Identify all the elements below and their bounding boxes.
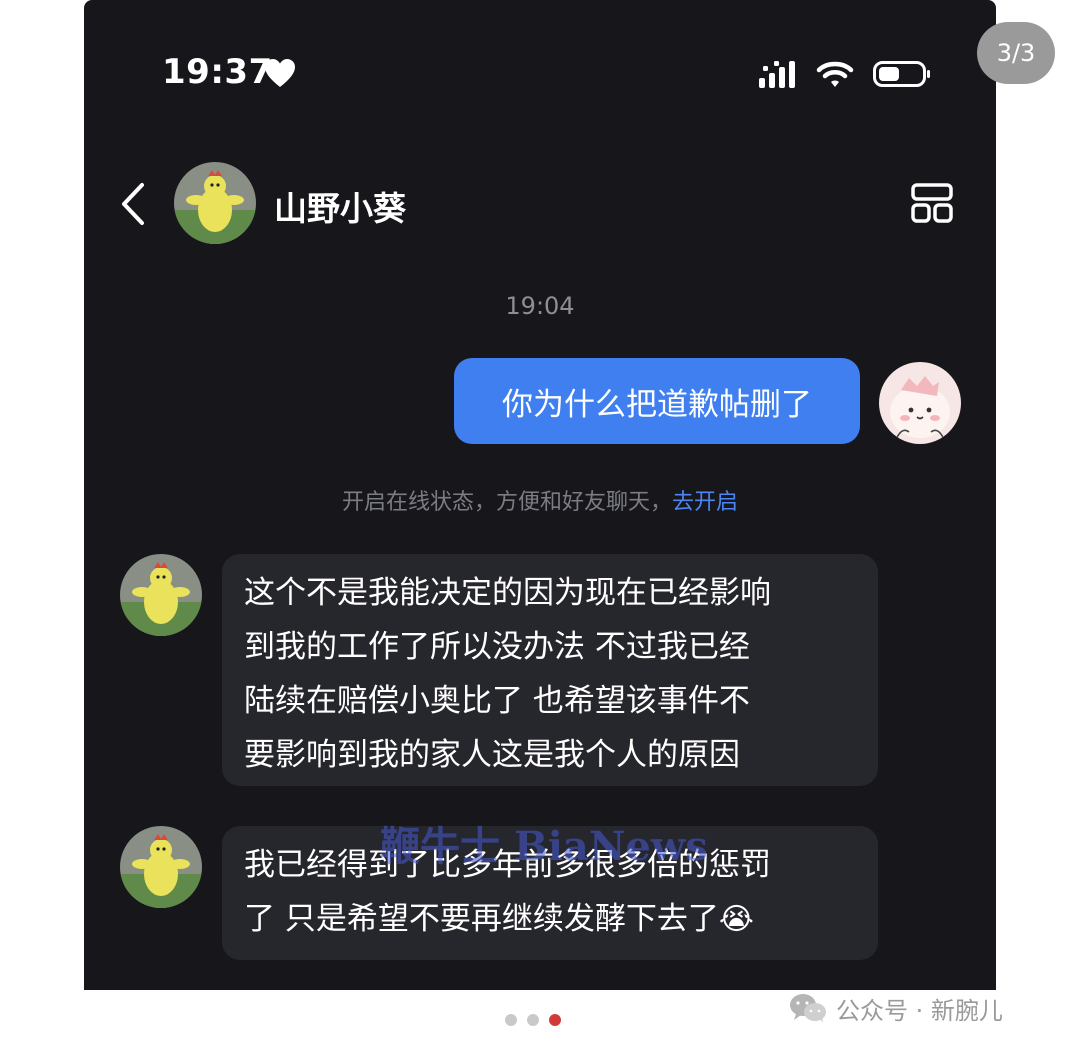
message-line: 要影响到我的家人这是我个人的原因: [244, 737, 740, 773]
wechat-account-mark: 公众号 · 新腕儿: [788, 990, 1003, 1026]
carousel-dots[interactable]: [505, 1014, 561, 1026]
phone-screen: 19:37 山野小葵 19:04 你为什么把道歉帖删了 开启在线状态，方便和好友…: [84, 0, 996, 990]
message-line: 了 只是希望不要再继续发酵下去了😭: [244, 892, 856, 947]
online-status-notice: 开启在线状态，方便和好友聊天，去开启: [84, 484, 996, 516]
my-avatar[interactable]: [879, 362, 961, 444]
grid-layout-icon[interactable]: [910, 182, 954, 224]
carousel-dot-active[interactable]: [549, 1014, 561, 1026]
incoming-message[interactable]: 这个不是我能决定的因为现在已经影响 到我的工作了所以没办法 不过我已经 陆续在赔…: [222, 554, 878, 786]
crying-emoji-icon: 😭: [718, 902, 754, 937]
wechat-icon: [790, 994, 826, 1023]
message-timestamp: 19:04: [505, 292, 575, 320]
contact-avatar[interactable]: [174, 162, 256, 244]
outgoing-message[interactable]: 你为什么把道歉帖删了: [454, 358, 860, 444]
enable-online-status-link[interactable]: 去开启: [672, 490, 738, 515]
signal-icon: [759, 61, 795, 88]
page-counter-badge[interactable]: 3/3: [977, 22, 1055, 84]
notice-text: 开启在线状态，方便和好友聊天，: [341, 490, 672, 515]
status-time: 19:37: [162, 52, 273, 92]
contact-avatar-small[interactable]: [120, 826, 202, 908]
message-line: 到我的工作了所以没办法 不过我已经: [244, 629, 750, 665]
screenshot-page: 19:37 山野小葵 19:04 你为什么把道歉帖删了 开启在线状态，方便和好友…: [0, 0, 1080, 1051]
wechat-account-name: 公众号 · 新腕儿: [836, 996, 1003, 1025]
contact-name[interactable]: 山野小葵: [274, 182, 406, 230]
carousel-dot[interactable]: [505, 1014, 517, 1026]
status-icons: [759, 61, 930, 88]
watermark: 鞭牛士 BiaNews: [380, 823, 708, 870]
battery-icon: [873, 61, 930, 87]
contact-avatar-small[interactable]: [120, 554, 202, 636]
message-line: 这个不是我能决定的因为现在已经影响: [244, 575, 771, 611]
chevron-left-icon[interactable]: [120, 182, 146, 226]
heart-icon: [265, 59, 295, 87]
wifi-icon: [816, 61, 854, 87]
message-line-text: 了 只是希望不要再继续发酵下去了: [244, 901, 719, 937]
message-line: 陆续在赔偿小奥比了 也希望该事件不: [244, 683, 750, 719]
carousel-dot[interactable]: [527, 1014, 539, 1026]
